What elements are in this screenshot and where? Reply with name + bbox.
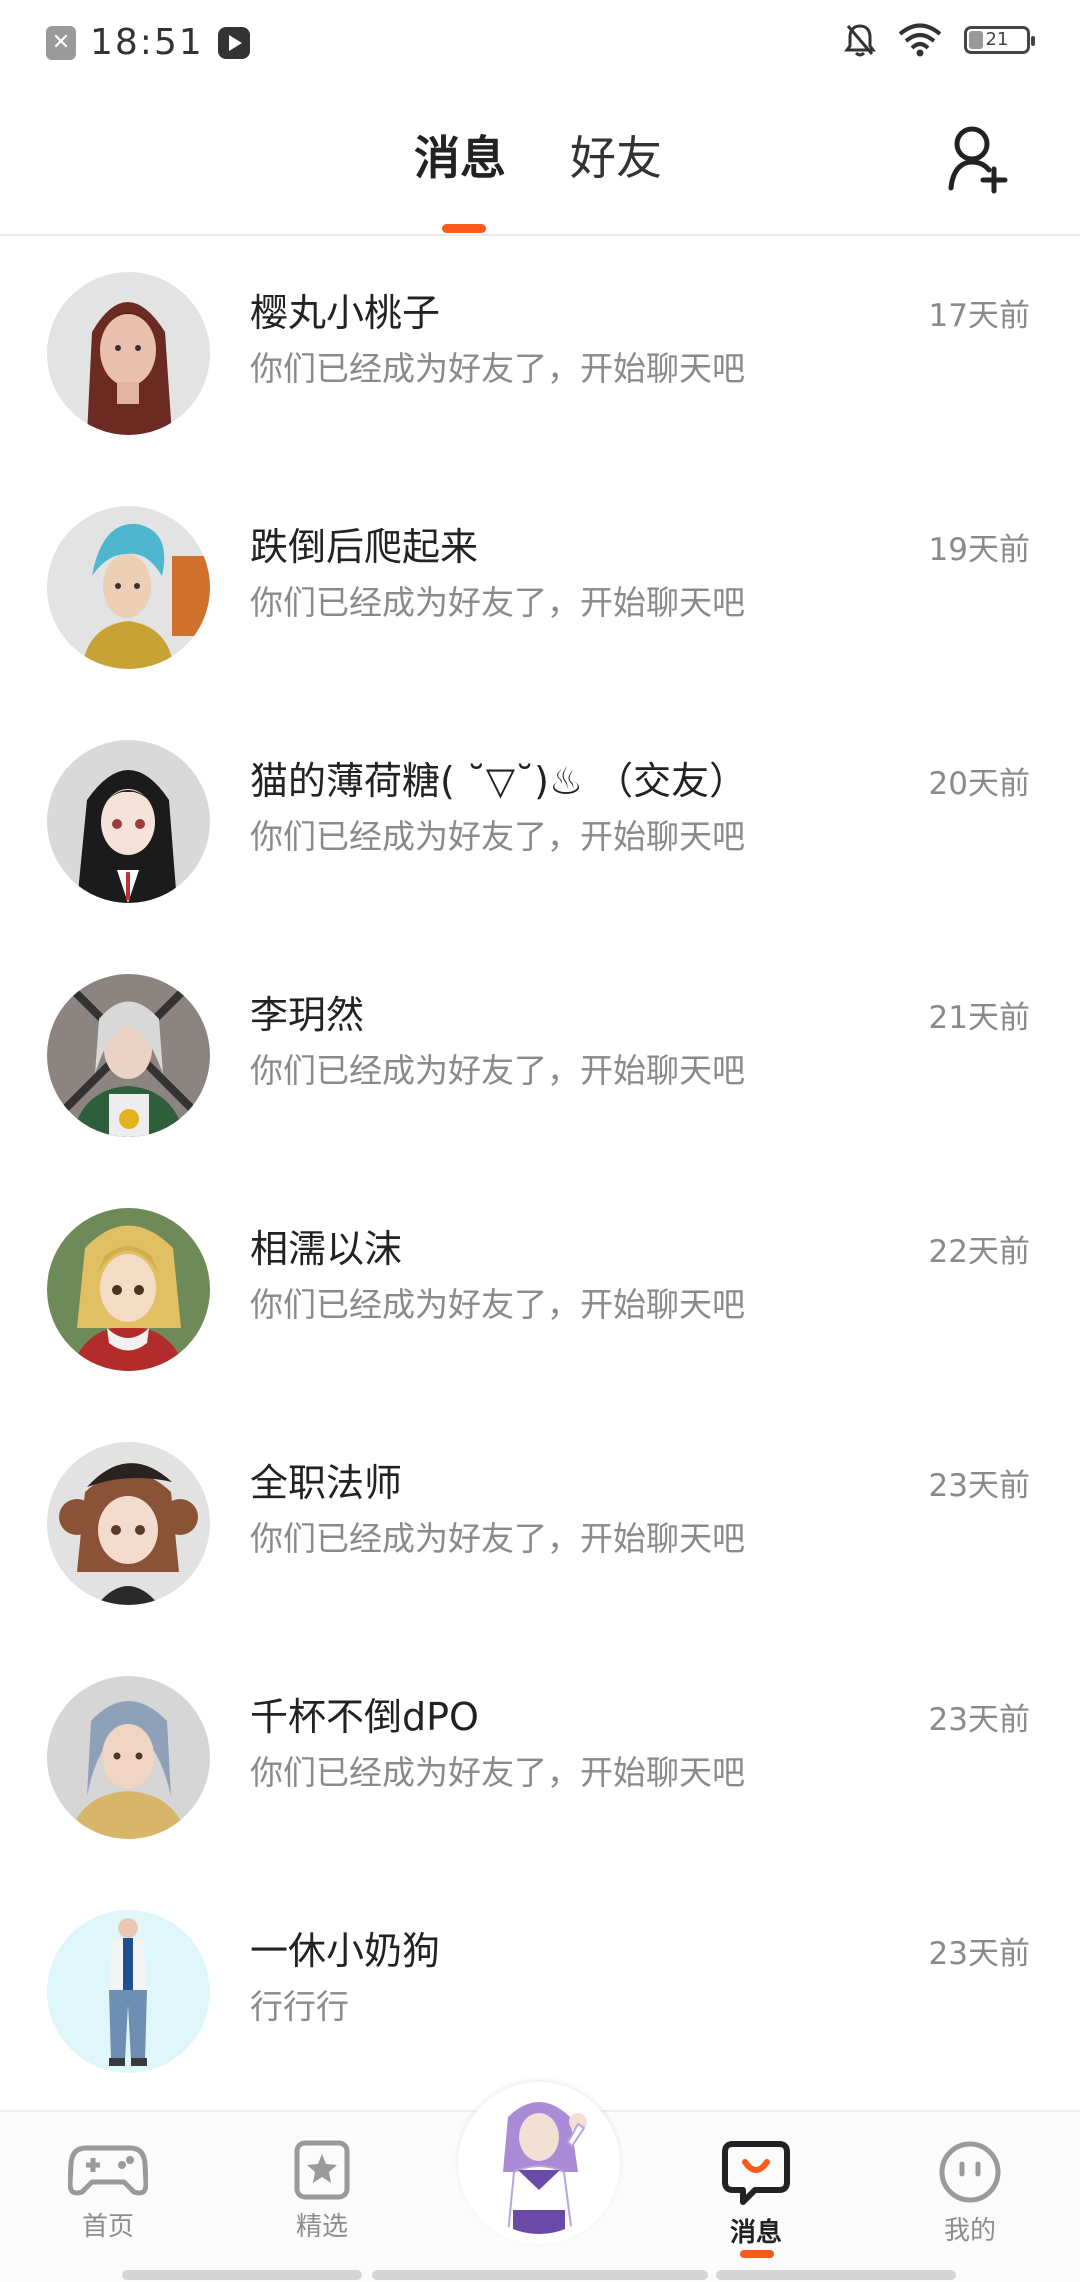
message-preview: 你们已经成为好友了，开始聊天吧 bbox=[250, 1753, 745, 1792]
avatar bbox=[47, 506, 210, 669]
nav-featured-label: 精选 bbox=[295, 2212, 348, 2242]
conversation-row[interactable]: 全职法师 你们已经成为好友了，开始聊天吧 23天前 bbox=[0, 1406, 1080, 1640]
avatar bbox=[47, 1208, 210, 1371]
message-preview: 你们已经成为好友了，开始聊天吧 bbox=[250, 817, 745, 856]
tab-messages[interactable]: 消息 bbox=[414, 122, 506, 188]
gamepad-icon bbox=[68, 2145, 148, 2196]
message-preview: 你们已经成为好友了，开始聊天吧 bbox=[250, 349, 745, 388]
nav-featured[interactable]: 精选 bbox=[262, 2140, 382, 2243]
contact-name: 樱丸小桃子 bbox=[250, 291, 441, 335]
nav-mine-label: 我的 bbox=[943, 2216, 996, 2246]
center-character-button[interactable] bbox=[458, 2082, 620, 2244]
active-tab-indicator bbox=[442, 224, 486, 233]
status-time: 18:51 bbox=[90, 22, 204, 63]
system-nav-bar bbox=[122, 2270, 362, 2280]
conversation-row[interactable]: 猫的薄荷糖( ˘▽˘)♨ （交友） 你们已经成为好友了，开始聊天吧 20天前 bbox=[0, 704, 1080, 938]
message-preview: 你们已经成为好友了，开始聊天吧 bbox=[250, 583, 745, 622]
status-bar: ✕ 18:51 21 bbox=[0, 0, 1080, 84]
conversation-row[interactable]: 相濡以沫 你们已经成为好友了，开始聊天吧 22天前 bbox=[0, 1172, 1080, 1406]
conversation-row[interactable]: 千杯不倒dPO 你们已经成为好友了，开始聊天吧 23天前 bbox=[0, 1640, 1080, 1874]
avatar bbox=[47, 272, 210, 435]
nav-messages[interactable]: 消息 bbox=[696, 2140, 816, 2258]
message-preview: 行行行 bbox=[250, 1987, 349, 2026]
notification-close-icon: ✕ bbox=[46, 25, 76, 60]
message-time: 19天前 bbox=[928, 532, 1030, 568]
battery-level: 21 bbox=[985, 29, 1009, 50]
message-time: 23天前 bbox=[928, 1936, 1030, 1972]
wifi-icon bbox=[898, 23, 942, 57]
tab-friends[interactable]: 好友 bbox=[570, 122, 662, 188]
nav-mine[interactable]: 我的 bbox=[910, 2140, 1030, 2247]
contact-name: 猫的薄荷糖( ˘▽˘)♨ （交友） bbox=[250, 759, 748, 803]
message-preview: 你们已经成为好友了，开始聊天吧 bbox=[250, 1285, 745, 1324]
contact-name: 全职法师 bbox=[250, 1461, 403, 1505]
contact-name: 相濡以沫 bbox=[250, 1227, 403, 1271]
conversation-row[interactable]: 一休小奶狗 行行行 23天前 bbox=[0, 1874, 1080, 2108]
contact-name: 李玥然 bbox=[250, 993, 365, 1037]
star-card-icon bbox=[294, 2140, 350, 2200]
conversation-row[interactable]: 跌倒后爬起来 你们已经成为好友了，开始聊天吧 19天前 bbox=[0, 470, 1080, 704]
nav-home-label: 首页 bbox=[81, 2212, 134, 2242]
nav-messages-label: 消息 bbox=[729, 2218, 782, 2248]
message-time: 22天前 bbox=[928, 1234, 1030, 1270]
face-icon bbox=[939, 2141, 1001, 2203]
avatar bbox=[47, 1910, 210, 2073]
message-preview: 你们已经成为好友了，开始聊天吧 bbox=[250, 1051, 745, 1090]
message-preview: 你们已经成为好友了，开始聊天吧 bbox=[250, 1519, 745, 1558]
contact-name: 跌倒后爬起来 bbox=[250, 525, 479, 569]
conversation-row[interactable]: 李玥然 你们已经成为好友了，开始聊天吧 21天前 bbox=[0, 938, 1080, 1172]
add-friend-icon[interactable] bbox=[948, 124, 1012, 194]
avatar bbox=[47, 740, 210, 903]
contact-name: 一休小奶狗 bbox=[250, 1929, 441, 1973]
bell-off-icon bbox=[844, 24, 876, 57]
top-header: 消息 好友 bbox=[0, 84, 1080, 236]
battery-icon: 21 bbox=[964, 26, 1035, 54]
conversation-row[interactable]: 樱丸小桃子 你们已经成为好友了，开始聊天吧 17天前 bbox=[0, 236, 1080, 470]
message-time: 23天前 bbox=[928, 1702, 1030, 1738]
media-play-icon bbox=[217, 26, 250, 59]
contact-name: 千杯不倒dPO bbox=[250, 1695, 479, 1739]
system-nav-bar bbox=[716, 2270, 956, 2280]
avatar bbox=[47, 974, 210, 1137]
message-time: 20天前 bbox=[928, 766, 1030, 802]
message-time: 21天前 bbox=[928, 1000, 1030, 1036]
chat-bubble-icon bbox=[722, 2141, 790, 2205]
character-avatar bbox=[468, 2092, 610, 2234]
message-time: 23天前 bbox=[928, 1468, 1030, 1504]
message-time: 17天前 bbox=[928, 298, 1030, 334]
active-nav-indicator bbox=[740, 2250, 774, 2258]
system-nav-bar bbox=[372, 2270, 708, 2280]
nav-home[interactable]: 首页 bbox=[48, 2140, 168, 2243]
conversation-list: 樱丸小桃子 你们已经成为好友了，开始聊天吧 17天前 跌倒后爬起来 你们已经成为… bbox=[0, 236, 1080, 2108]
avatar bbox=[47, 1442, 210, 1605]
avatar bbox=[47, 1676, 210, 1839]
